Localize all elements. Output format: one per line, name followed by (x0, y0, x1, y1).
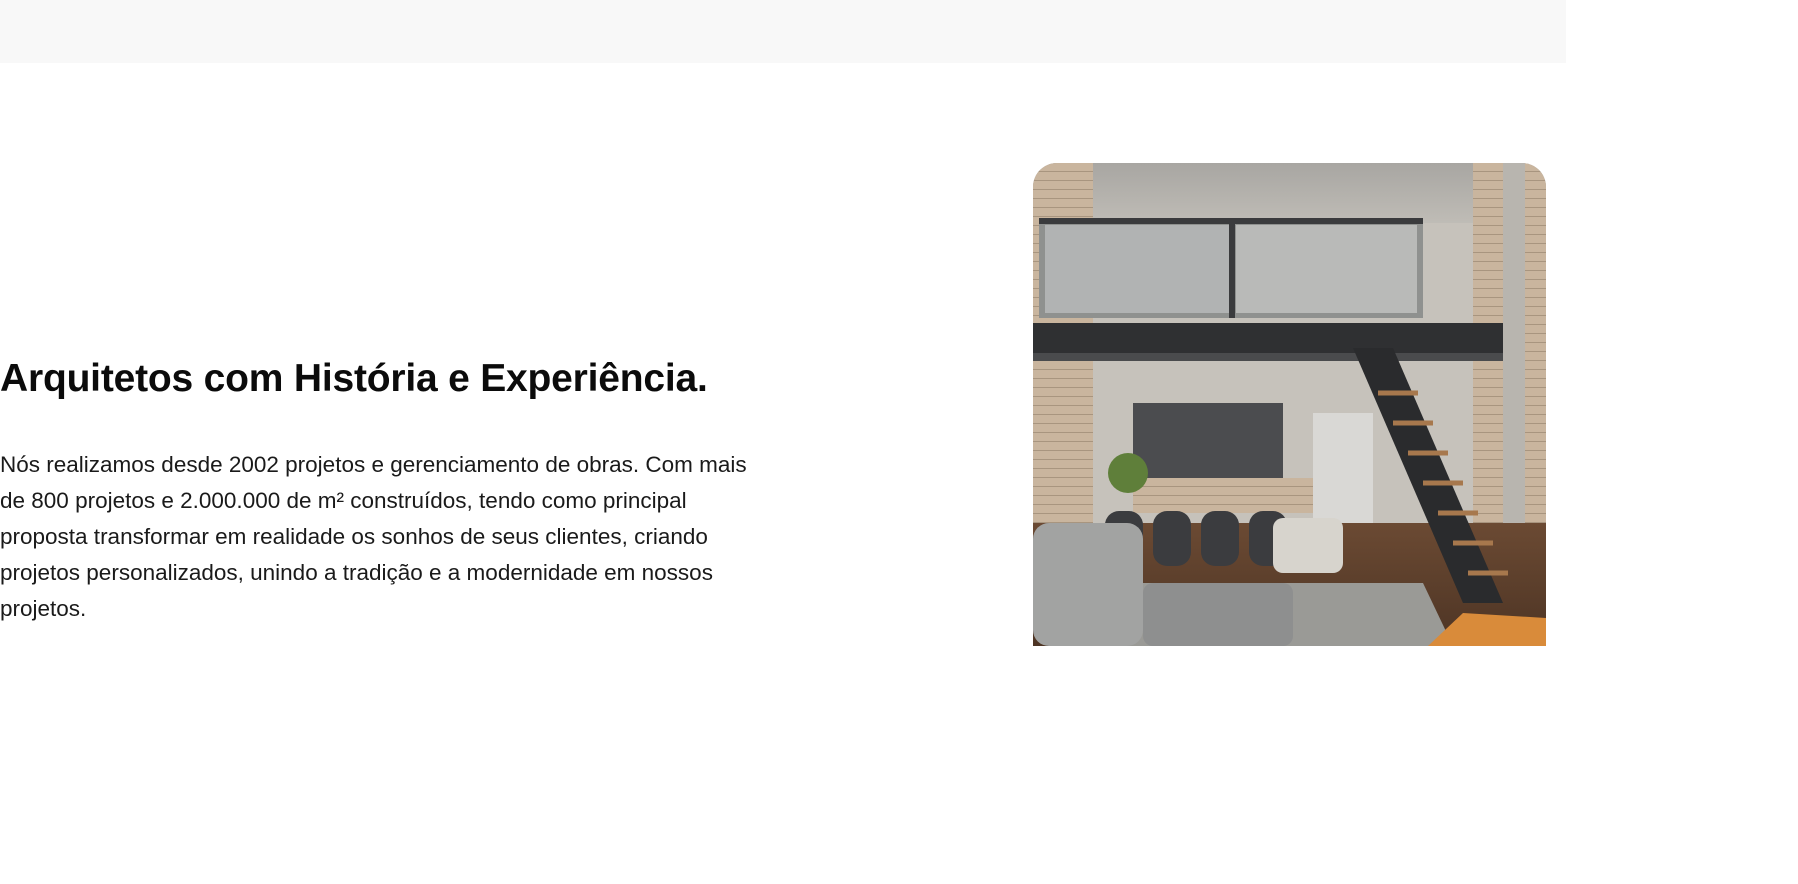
about-section: Arquitetos com História e Experiência. N… (0, 63, 1798, 884)
header-band (0, 0, 1566, 63)
about-text: Arquitetos com História e Experiência. N… (0, 353, 760, 621)
section-heading: Arquitetos com História e Experiência. (0, 357, 708, 400)
loft-interior-photo (1033, 163, 1546, 646)
section-paragraph: Nós realizamos desde 2002 projetos e ger… (0, 452, 747, 621)
